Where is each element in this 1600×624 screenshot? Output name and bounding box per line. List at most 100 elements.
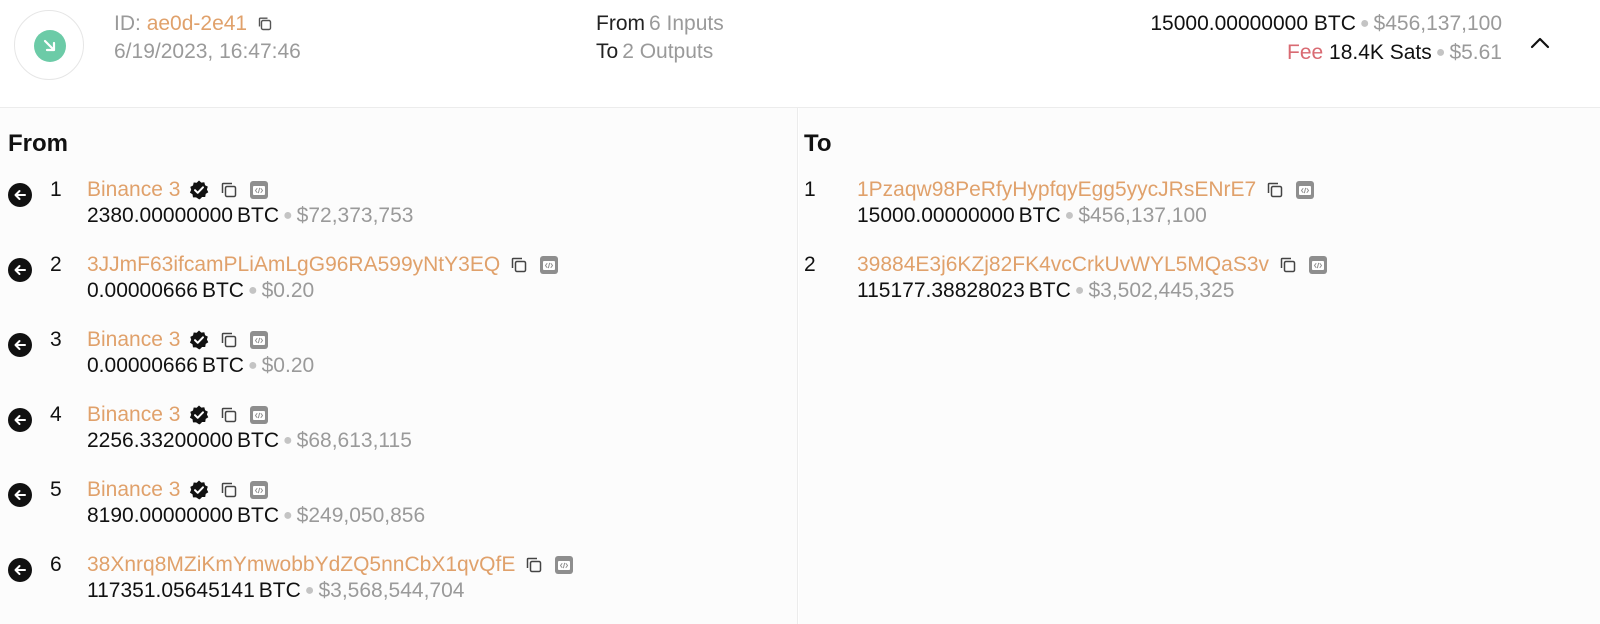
amount-value: 0.00000666	[87, 354, 198, 377]
arrow-left-circle-icon	[8, 333, 32, 357]
chevron-up-icon[interactable]	[1530, 36, 1550, 50]
amount-line: 2256.33200000 BTC ● $68,613,115	[87, 429, 412, 453]
input-row: 1 Binance 3 2380.00000000 BTC ● $72,373,753	[0, 178, 790, 238]
copy-icon[interactable]	[508, 254, 530, 276]
amount-value: 0.00000666	[87, 279, 198, 302]
copy-icon[interactable]	[257, 14, 273, 38]
code-icon[interactable]	[248, 329, 270, 351]
fee-value: 18.4K Sats	[1329, 41, 1432, 64]
address-group: 3JJmF63ifcamPLiAmLgG96RA599yNtY3EQ	[87, 253, 560, 277]
amount-line: 115177.38828023 BTC ● $3,502,445,325	[857, 279, 1234, 303]
code-icon[interactable]	[1307, 254, 1329, 276]
separator-dot: ●	[283, 507, 293, 524]
code-icon[interactable]	[248, 404, 270, 426]
output-row: 1 1Pzaqw98PeRfyHypfqyEgg5yycJRsENrE7 15000…	[799, 178, 1589, 238]
input-row: 3 Binance 3 0.00000666 BTC ● $0.20	[0, 328, 790, 388]
code-icon[interactable]	[1294, 179, 1316, 201]
inputs-panel: From 1 Binance 3 2380.00000000 BTC ● $72,373,…	[0, 108, 798, 624]
amount-value: 2380.00000000	[87, 204, 233, 227]
status-indicator	[34, 30, 66, 62]
transaction-header[interactable]: ID: ae0d-2e41 6/19/2023, 16:47:46 From 6 …	[0, 0, 1600, 108]
amount-usd: $0.20	[261, 354, 315, 377]
arrow-left-circle-icon	[8, 258, 32, 282]
address-group: Binance 3	[87, 178, 270, 202]
copy-icon[interactable]	[1277, 254, 1299, 276]
copy-icon[interactable]	[523, 554, 545, 576]
amount-line: 0.00000666 BTC ● $0.20	[87, 279, 314, 303]
amount-usd: $249,050,856	[296, 504, 426, 527]
code-icon[interactable]	[248, 479, 270, 501]
amount-line: 117351.05645141 BTC ● $3,568,544,704	[87, 579, 464, 603]
address-group: Binance 3	[87, 328, 270, 352]
input-row: 6 38Xnrq8MZiKmYmwobbYdZQ5nnCbX1qvQfE 11735…	[0, 553, 790, 613]
code-icon[interactable]	[553, 554, 575, 576]
address-link[interactable]: Binance 3	[87, 478, 180, 502]
amount-unit: BTC	[258, 579, 301, 602]
input-row: 5 Binance 3 8190.00000000 BTC ● $249,050,856	[0, 478, 790, 538]
address-link[interactable]: 3JJmF63ifcamPLiAmLgG96RA599yNtY3EQ	[87, 253, 500, 277]
id-label: ID:	[114, 12, 141, 35]
amount-usd: $456,137,100	[1078, 204, 1207, 227]
amount-value: 115177.38828023	[857, 279, 1025, 302]
address-group: 38Xnrq8MZiKmYmwobbYdZQ5nnCbX1qvQfE	[87, 553, 575, 577]
separator-dot: ●	[247, 282, 258, 299]
address-link[interactable]: 1Pzaqw98PeRfyHypfqyEgg5yycJRsENrE7	[857, 178, 1256, 202]
code-icon[interactable]	[538, 254, 560, 276]
separator-dot: ●	[304, 582, 315, 599]
amount-line: 2380.00000000 BTC ● $72,373,753	[87, 204, 413, 228]
amount-usd: $456,137,100	[1373, 12, 1502, 35]
address-link[interactable]: Binance 3	[87, 403, 180, 427]
to-label: To	[596, 40, 619, 63]
row-index: 2	[50, 253, 62, 276]
input-row: 4 Binance 3 2256.33200000 BTC ● $68,613,115	[0, 403, 790, 463]
code-icon[interactable]	[248, 179, 270, 201]
row-index: 1	[804, 178, 816, 201]
copy-icon[interactable]	[218, 404, 240, 426]
arrow-left-circle-icon	[8, 408, 32, 432]
amount-unit: BTC	[237, 504, 279, 527]
amount-unit: BTC	[201, 354, 244, 377]
amount-value: 8190.00000000	[87, 504, 233, 527]
arrow-down-right-icon	[43, 39, 56, 52]
address-link[interactable]: Binance 3	[87, 328, 180, 352]
id-value[interactable]: ae0d-2e41	[147, 12, 247, 35]
separator-dot: ●	[1064, 207, 1075, 224]
amount-line: 15000.00000000 BTC ● $456,137,100	[857, 204, 1207, 228]
address-link[interactable]: 39884E3j6KZj82FK4vcCrkUvWYL5MQaS3v	[857, 253, 1269, 277]
amount-usd: $3,568,544,704	[318, 579, 465, 602]
separator-dot: ●	[247, 357, 258, 374]
address-group: 39884E3j6KZj82FK4vcCrkUvWYL5MQaS3v	[857, 253, 1329, 277]
transaction-amount: 15000.00000000 BTC ● $456,137,100	[1150, 12, 1502, 35]
input-row: 2 3JJmF63ifcamPLiAmLgG96RA599yNtY3EQ 0.000…	[0, 253, 790, 313]
verified-badge-icon	[188, 479, 210, 501]
row-index: 1	[50, 178, 62, 201]
transaction-id: ID: ae0d-2e41	[114, 12, 273, 38]
verified-badge-icon	[188, 404, 210, 426]
output-row: 2 39884E3j6KZj82FK4vcCrkUvWYL5MQaS3v 11517…	[799, 253, 1589, 313]
address-group: Binance 3	[87, 403, 270, 427]
fee-label: Fee	[1287, 41, 1324, 64]
from-label: From	[596, 12, 645, 35]
outputs-panel: To 1 1Pzaqw98PeRfyHypfqyEgg5yycJRsENrE7 15…	[799, 108, 1600, 624]
verified-badge-icon	[188, 329, 210, 351]
fee-usd: $5.61	[1449, 41, 1502, 64]
transaction-timestamp: 6/19/2023, 16:47:46	[114, 40, 301, 63]
row-index: 4	[50, 403, 62, 426]
copy-icon[interactable]	[218, 329, 240, 351]
amount-unit: BTC	[237, 429, 279, 452]
transaction-status-badge	[14, 10, 84, 80]
address-link[interactable]: Binance 3	[87, 178, 180, 202]
copy-icon[interactable]	[1264, 179, 1286, 201]
amount-usd: $0.20	[261, 279, 315, 302]
collapse-button[interactable]	[1530, 36, 1550, 55]
inputs-count: 6 Inputs	[649, 12, 724, 35]
outputs-count: 2 Outputs	[622, 40, 714, 63]
copy-icon[interactable]	[218, 479, 240, 501]
amount-line: 8190.00000000 BTC ● $249,050,856	[87, 504, 425, 528]
amount-unit: BTC	[237, 204, 279, 227]
amount-usd: $68,613,115	[296, 429, 412, 452]
amount-usd: $72,373,753	[296, 204, 414, 227]
copy-icon[interactable]	[218, 179, 240, 201]
row-index: 5	[50, 478, 62, 501]
address-link[interactable]: 38Xnrq8MZiKmYmwobbYdZQ5nnCbX1qvQfE	[87, 553, 515, 577]
